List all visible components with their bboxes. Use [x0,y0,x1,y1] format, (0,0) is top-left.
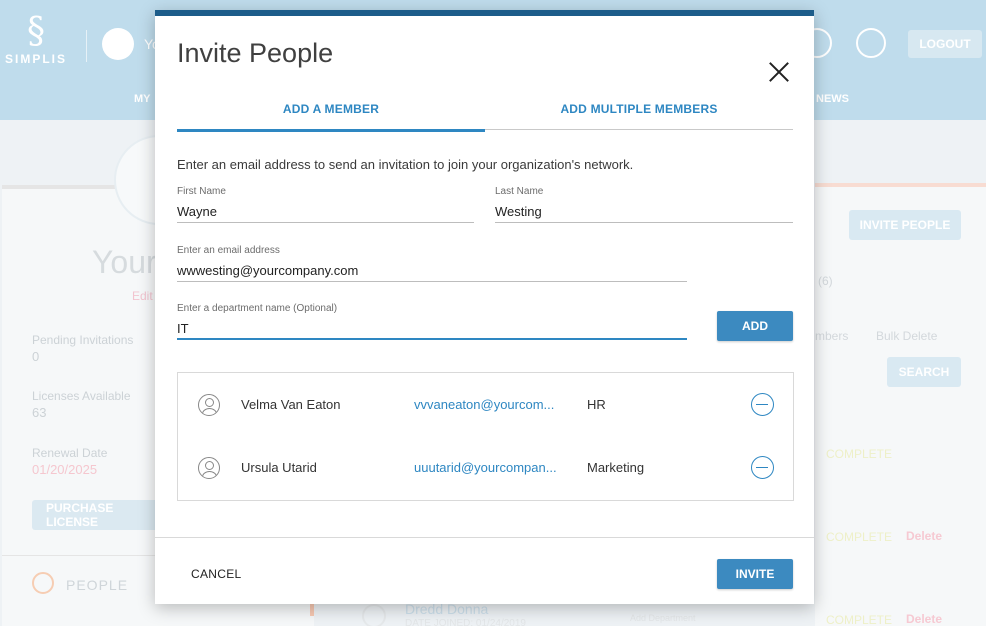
remove-member-icon[interactable] [751,456,774,479]
header-divider [86,30,87,62]
search-button[interactable]: SEARCH [887,357,961,387]
invite-instructions: Enter an email address to send an invita… [177,157,634,172]
member-date-joined: DATE JOINED: 01/24/2019 [405,618,526,626]
logo-wordmark: SIMPLIS [4,52,67,66]
renewal-date-value: 01/20/2025 [32,462,98,477]
invite-people-button[interactable]: INVITE PEOPLE [849,210,961,240]
tab-add-multiple-members[interactable]: ADD MULTIPLE MEMBERS [485,96,793,130]
member-email: uuutarid@yourcompan... [414,460,557,475]
list-item: Ursula Utarid uuutarid@yourcompan... Mar… [178,436,793,499]
first-name-label: First Name [177,186,226,197]
nav-my[interactable]: MY [134,93,151,105]
first-name-field[interactable] [177,201,474,223]
purchase-license-button[interactable]: PURCHASE LICENSE [32,500,162,530]
invite-button[interactable]: INVITE [717,559,793,589]
tab-add-a-member[interactable]: ADD A MEMBER [177,96,485,132]
email-field[interactable] [177,260,687,282]
people-tab-label: PEOPLE [66,577,129,593]
bulk-delete-link[interactable]: Bulk Delete [876,329,937,343]
last-name-label: Last Name [495,186,544,197]
member-count: (6) [818,274,833,288]
email-label: Enter an email address [177,245,280,256]
invite-people-modal: Invite People ADD A MEMBER ADD MULTIPLE … [155,10,814,604]
row-delete-link[interactable]: Delete [906,529,942,543]
user-avatar-icon [198,394,220,416]
last-name-field[interactable] [495,201,793,223]
remove-member-icon[interactable] [751,393,774,416]
logout-button[interactable]: LOGOUT [908,30,982,58]
member-department: HR [587,397,606,412]
user-avatar-icon [198,457,220,479]
pending-invitations-value: 0 [32,349,40,364]
member-email: vvvaneaton@yourcom... [414,397,555,412]
member-department: Marketing [587,460,645,475]
close-icon[interactable] [765,58,793,86]
licenses-available-label: Licenses Available [32,389,131,403]
add-member-button[interactable]: ADD [717,311,793,341]
add-department-link[interactable]: Add Department [630,613,696,623]
members-filter-link[interactable]: mbers [815,329,848,343]
status-complete: COMPLETE [826,530,893,544]
status-complete: COMPLETE [826,613,893,626]
bulk-delete-label: Bulk Delete [876,329,938,343]
list-item: Velma Van Eaton vvvaneaton@yourcom... HR [178,373,793,436]
cancel-button[interactable]: CANCEL [177,561,249,587]
support-headset-icon[interactable] [856,28,886,58]
renewal-date-label: Renewal Date [32,446,108,460]
profile-edit-link[interactable]: Edit [132,289,153,303]
people-icon [32,572,54,594]
modal-title: Invite People [177,38,334,68]
members-panel [815,183,986,626]
org-logo-icon[interactable] [102,28,134,60]
department-label: Enter a department name (Optional) [177,303,338,314]
logo-s-icon: § [27,11,45,52]
pending-invitations-label: Pending Invitations [32,333,134,347]
member-name: Ursula Utarid [241,460,317,475]
department-field[interactable] [177,318,687,340]
member-name: Velma Van Eaton [241,397,341,412]
status-complete: COMPLETE [826,447,893,461]
member-avatar-icon [362,604,386,626]
pending-member-list: Velma Van Eaton vvvaneaton@yourcom... HR… [177,372,794,501]
footer-divider [155,537,814,538]
profile-name: Your [92,244,157,280]
simplis-logo[interactable]: § SIMPLIS [0,12,72,72]
row-delete-link[interactable]: Delete [906,612,942,626]
licenses-available-value: 63 [32,405,47,420]
nav-news[interactable]: NEWS [816,93,849,105]
